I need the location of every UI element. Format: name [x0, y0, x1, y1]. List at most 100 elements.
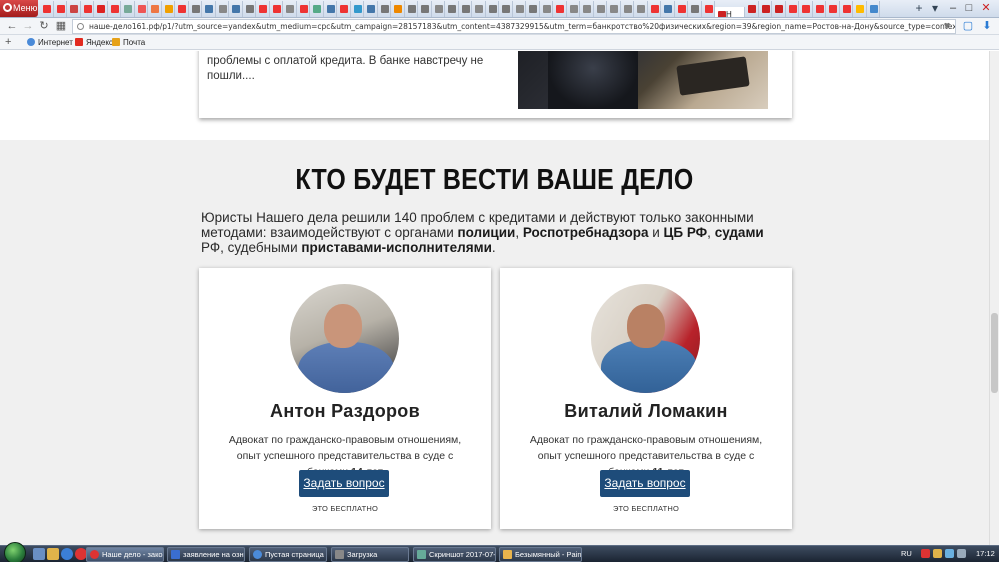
browser-tab[interactable] — [675, 1, 688, 17]
browser-tab[interactable] — [175, 1, 189, 17]
back-icon[interactable]: ← — [5, 19, 19, 33]
browser-tab[interactable] — [567, 1, 580, 17]
ask-question-button[interactable]: Задать вопрос — [600, 470, 690, 497]
browser-tab[interactable] — [813, 1, 826, 17]
browser-tab[interactable] — [270, 1, 283, 17]
browser-tab[interactable] — [513, 1, 526, 17]
browser-tab-active[interactable]: Н — [715, 7, 745, 17]
show-desktop-icon[interactable] — [33, 548, 45, 560]
browser-tab[interactable] — [162, 1, 175, 17]
browser-tab[interactable] — [135, 1, 148, 17]
browser-tab[interactable] — [540, 1, 553, 17]
bookmark-internet[interactable]: Интернет — [27, 37, 73, 48]
browser-tab[interactable] — [526, 1, 540, 17]
browser-tab[interactable] — [432, 1, 445, 17]
browser-tab[interactable] — [648, 1, 661, 17]
browser-tab[interactable] — [310, 1, 324, 17]
browser-tab[interactable] — [256, 1, 270, 17]
bookmark-yandex[interactable]: Яндекс — [75, 37, 113, 48]
taskbar-item-ie[interactable]: Пустая страница - ... — [249, 547, 327, 562]
browser-tab[interactable] — [364, 1, 378, 17]
browser-tab[interactable] — [337, 1, 351, 17]
ask-question-button[interactable]: Задать вопрос — [299, 470, 389, 497]
browser-tab[interactable] — [445, 1, 459, 17]
browser-tab[interactable] — [553, 1, 567, 17]
add-bookmark-icon[interactable]: + — [5, 36, 11, 48]
browser-tab[interactable] — [621, 1, 634, 17]
tray-app-icon[interactable] — [933, 549, 942, 558]
taskbar-item-downloads[interactable]: Загрузка — [331, 547, 409, 562]
volume-icon[interactable] — [957, 549, 966, 558]
reload-icon[interactable]: ↻ — [37, 19, 51, 33]
browser-tab[interactable] — [486, 1, 499, 17]
ie-icon[interactable] — [61, 548, 73, 560]
scrollbar-thumb[interactable] — [991, 313, 998, 393]
tray-opera-icon[interactable] — [921, 549, 930, 558]
tab-menu-icon[interactable]: ▾ — [928, 1, 942, 16]
browser-tab[interactable] — [94, 1, 108, 17]
browser-tab[interactable] — [759, 1, 772, 17]
browser-tab[interactable] — [189, 1, 202, 17]
browser-tab[interactable] — [148, 1, 162, 17]
browser-tab[interactable] — [229, 1, 243, 17]
browser-tab[interactable] — [405, 1, 418, 17]
browser-tab[interactable] — [661, 1, 675, 17]
language-indicator[interactable]: RU — [901, 548, 912, 560]
taskbar-item-opera[interactable]: Наше дело - закон... — [86, 547, 164, 562]
browser-tab[interactable] — [67, 1, 81, 17]
browser-tab[interactable] — [853, 1, 867, 17]
browser-tab[interactable] — [499, 1, 513, 17]
browser-tab[interactable] — [243, 1, 256, 17]
clock[interactable]: 17:12 — [976, 548, 995, 560]
browser-tab[interactable] — [418, 1, 432, 17]
maximize-icon[interactable]: □ — [962, 1, 976, 15]
browser-tab[interactable] — [216, 1, 229, 17]
browser-tab[interactable] — [745, 1, 759, 17]
browser-tab[interactable] — [688, 1, 702, 17]
browser-tab[interactable] — [54, 1, 67, 17]
browser-tab[interactable] — [81, 1, 94, 17]
browser-tab[interactable] — [826, 1, 840, 17]
browser-tab[interactable] — [607, 1, 621, 17]
bookmark-heart-icon[interactable]: ♥ — [940, 19, 954, 33]
browser-tab[interactable] — [867, 1, 880, 17]
bookmark-pochta[interactable]: Почта — [112, 37, 145, 48]
browser-tab[interactable] — [702, 1, 715, 17]
browser-tab[interactable] — [108, 1, 121, 17]
browser-tab[interactable] — [121, 1, 135, 17]
site-info-icon[interactable] — [77, 23, 84, 30]
browser-tab[interactable] — [40, 1, 54, 17]
browser-tab[interactable] — [634, 1, 648, 17]
browser-tab[interactable] — [297, 1, 310, 17]
browser-menu-button[interactable]: Меню — [0, 0, 38, 17]
speed-dial-icon[interactable]: ▦ — [54, 19, 68, 33]
browser-tab[interactable] — [580, 1, 594, 17]
browser-tab[interactable] — [772, 1, 786, 17]
taskbar-item-screenshot[interactable]: Скриншот 2017-07-... — [413, 547, 496, 562]
page-scrollbar[interactable] — [989, 51, 999, 545]
download-icon[interactable]: ⬇ — [980, 19, 994, 33]
browser-tab[interactable] — [378, 1, 391, 17]
browser-tab[interactable] — [840, 1, 853, 17]
forward-icon[interactable]: → — [21, 19, 35, 33]
browser-tab[interactable] — [202, 1, 216, 17]
browser-tab[interactable] — [799, 1, 813, 17]
explorer-icon[interactable] — [47, 548, 59, 560]
browser-tab[interactable] — [283, 1, 297, 17]
browser-tab[interactable] — [459, 1, 472, 17]
start-button[interactable] — [4, 542, 26, 562]
taskbar-item-word[interactable]: заявление на ознак... — [167, 547, 245, 562]
browser-tab[interactable] — [594, 1, 607, 17]
browser-tab[interactable] — [786, 1, 799, 17]
browser-tab[interactable] — [391, 1, 405, 17]
close-window-icon[interactable]: ✕ — [979, 1, 993, 15]
browser-tab[interactable] — [324, 1, 337, 17]
taskbar-item-paint[interactable]: Безымянный - Paint — [499, 547, 582, 562]
browser-tab[interactable] — [472, 1, 486, 17]
network-icon[interactable] — [945, 549, 954, 558]
minimize-icon[interactable]: – — [946, 1, 960, 15]
url-field[interactable]: наше-дело161.рф/p1/?utm_source=yandex&ut… — [72, 19, 956, 34]
snapshot-icon[interactable]: ▢ — [961, 19, 975, 33]
new-tab-icon[interactable]: + — [912, 1, 926, 16]
page-viewport[interactable]: проблемы с оплатой кредита. В банке навс… — [0, 51, 989, 545]
